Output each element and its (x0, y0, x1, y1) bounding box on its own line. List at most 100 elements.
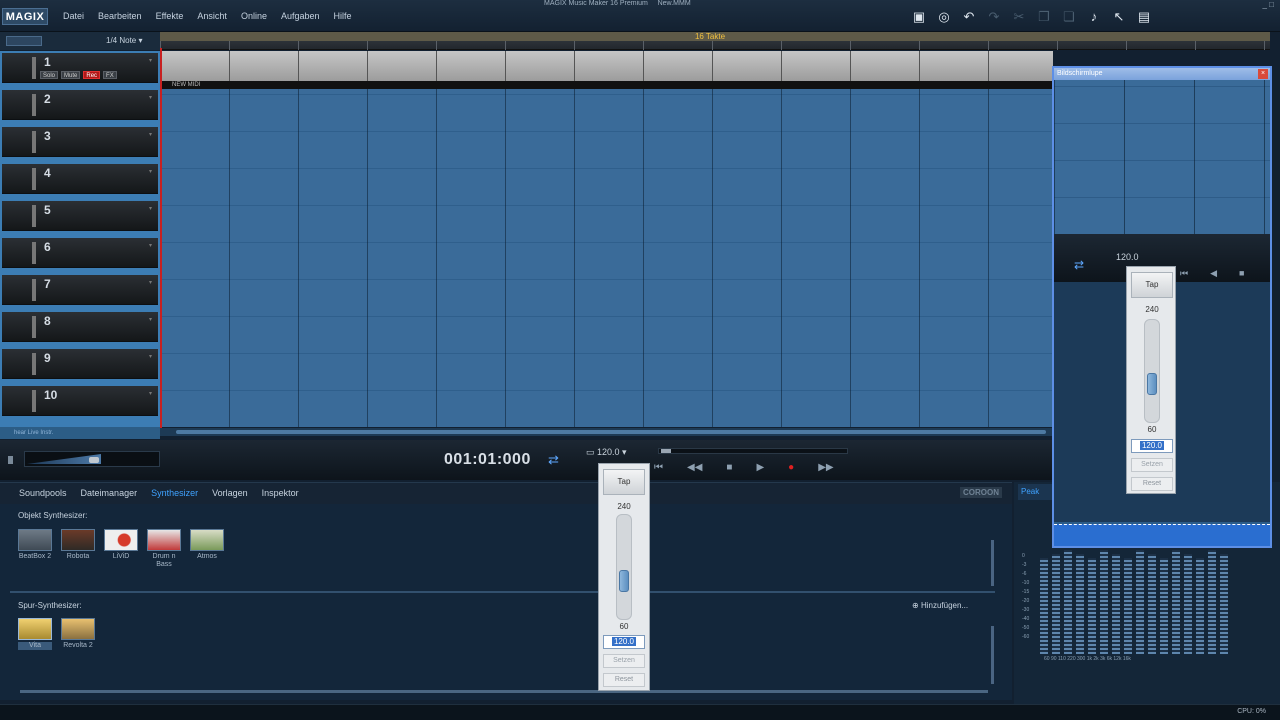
tab-synthesizer[interactable]: Synthesizer (144, 488, 205, 498)
track-menu-icon[interactable]: ▾ (149, 94, 152, 101)
volume-fader[interactable] (32, 205, 36, 227)
solo-button[interactable]: Solo (40, 71, 59, 79)
track-menu-icon[interactable]: ▾ (149, 57, 152, 64)
track-header-1[interactable]: 1 ▾ Solo Mute Rec FX (2, 53, 158, 83)
track-header-5[interactable]: 5 ▾ (2, 201, 158, 231)
grid-view-button[interactable] (6, 36, 42, 46)
fx-button[interactable]: FX (103, 71, 117, 79)
track-menu-icon[interactable]: ▾ (149, 168, 152, 175)
track-menu-icon[interactable]: ▾ (149, 205, 152, 212)
scrollbar-thumb[interactable] (176, 430, 1046, 434)
volume-fader[interactable] (32, 242, 36, 264)
menu-online[interactable]: Online (234, 11, 274, 21)
redo-icon[interactable]: ↷ (987, 9, 1001, 25)
track-menu-icon[interactable]: ▾ (149, 279, 152, 286)
track-header-6[interactable]: 6 ▾ (2, 238, 158, 268)
track-menu-icon[interactable]: ▾ (149, 390, 152, 397)
menu-aufgaben[interactable]: Aufgaben (274, 11, 327, 21)
synth-revolta[interactable]: Revolta 2 (61, 618, 95, 650)
track-menu-icon[interactable]: ▾ (149, 131, 152, 138)
loop-icon[interactable]: ⇄ (548, 452, 559, 468)
position-handle[interactable] (661, 449, 671, 453)
volume-fader[interactable] (32, 57, 36, 79)
synth-robota[interactable]: Robota (61, 529, 95, 561)
midi-object[interactable] (160, 51, 1053, 81)
volume-fader[interactable] (32, 168, 36, 190)
tab-soundpools[interactable]: Soundpools (12, 488, 74, 498)
track-header-9[interactable]: 9 ▾ (2, 349, 158, 379)
horizontal-scrollbar[interactable] (160, 428, 1053, 436)
volume-fader[interactable] (32, 94, 36, 116)
set-tempo-button[interactable]: Setzen (603, 654, 645, 668)
tab-dateimanager[interactable]: Dateimanager (74, 488, 145, 498)
play-button[interactable]: ▶ (756, 462, 764, 473)
track-header-10[interactable]: 10 ▾ (2, 386, 158, 416)
save-icon[interactable]: ▣ (912, 9, 926, 25)
synth-drum-n-bass[interactable]: Drum n Bass (147, 529, 181, 569)
track-header-2[interactable]: 2 ▾ (2, 90, 158, 120)
menu-datei[interactable]: Datei (56, 11, 91, 21)
mixer-icon[interactable]: ▤ (1137, 9, 1151, 25)
record-arm-button[interactable]: Rec (83, 71, 101, 79)
tap-tempo-button[interactable]: Tap (603, 469, 645, 495)
volume-fader[interactable] (32, 353, 36, 375)
record-button[interactable]: ● (788, 462, 794, 473)
rewind-button[interactable]: ◀◀ (687, 462, 702, 473)
track-header-7[interactable]: 7 ▾ (2, 275, 158, 305)
undo-icon[interactable]: ↶ (962, 9, 976, 25)
track-menu-icon[interactable]: ▾ (149, 316, 152, 323)
fast-forward-button[interactable]: ▶▶ (818, 462, 833, 473)
magnifier-title[interactable]: Bildschirmlupe (1054, 68, 1270, 80)
browser-hscroll[interactable] (20, 690, 988, 693)
track-header-8[interactable]: 8 ▾ (2, 312, 158, 342)
object-synth-scrollbar[interactable] (991, 540, 994, 586)
track-menu-icon[interactable]: ▾ (149, 242, 152, 249)
add-synth-button[interactable]: ⊕ Hinzufügen... (912, 601, 968, 610)
track-header-4[interactable]: 4 ▾ (2, 164, 158, 194)
volume-fader[interactable] (32, 316, 36, 338)
synth-beatbox[interactable]: BeatBox 2 (18, 529, 52, 561)
master-volume-slider[interactable] (24, 451, 160, 467)
stop-button[interactable]: ■ (726, 462, 732, 473)
quantize-select[interactable]: 1/4 Note ▾ (106, 36, 143, 45)
volume-fader[interactable] (32, 279, 36, 301)
track-menu-icon[interactable]: ▾ (149, 353, 152, 360)
mute-button[interactable]: Mute (61, 71, 81, 79)
to-start-button[interactable]: ⏮ (654, 462, 663, 473)
arrange-area[interactable]: NEW MIDI (160, 51, 1053, 427)
copy-icon[interactable]: ❐ (1037, 9, 1051, 25)
playhead[interactable] (160, 48, 162, 430)
position-slider[interactable] (658, 448, 848, 454)
menu-bearbeiten[interactable]: Bearbeiten (91, 11, 149, 21)
menu-effekte[interactable]: Effekte (149, 11, 191, 21)
track-synth-scrollbar[interactable] (991, 626, 994, 684)
reset-tempo-button[interactable]: Reset (603, 673, 645, 687)
track-footer[interactable]: hear Live Instr. (0, 427, 160, 439)
burn-disc-icon[interactable]: ◎ (937, 9, 951, 25)
track-header-3[interactable]: 3 ▾ (2, 127, 158, 157)
timeline-ruler[interactable]: 16 Takte (160, 32, 1270, 50)
menu-hilfe[interactable]: Hilfe (327, 11, 359, 21)
synth-livid[interactable]: LiViD (104, 529, 138, 561)
close-icon[interactable]: × (1258, 69, 1268, 79)
synth-vita[interactable]: Vita (18, 618, 52, 650)
volume-fader[interactable] (32, 390, 36, 412)
window-controls[interactable]: _ □ (1262, 0, 1274, 9)
synth-atmos[interactable]: Atmos (190, 529, 224, 561)
cut-icon[interactable]: ✂ (1012, 9, 1026, 25)
tab-inspektor[interactable]: Inspektor (255, 488, 306, 498)
mouse-mode-icon[interactable]: ↖ (1112, 9, 1126, 25)
volume-knob[interactable] (89, 457, 99, 463)
paste-icon[interactable]: ❏ (1062, 9, 1076, 25)
volume-fader[interactable] (32, 131, 36, 153)
tempo-value-input[interactable]: 120.0 (603, 635, 645, 649)
tempo-slider-thumb[interactable] (619, 570, 629, 592)
tab-vorlagen[interactable]: Vorlagen (205, 488, 255, 498)
scale-label: -20 (1022, 598, 1030, 604)
tempo-slider-track[interactable] (616, 514, 632, 620)
menu-ansicht[interactable]: Ansicht (190, 11, 234, 21)
note-icon[interactable]: ♪ (1087, 9, 1101, 25)
tempo-display[interactable]: ▭ 120.0 ▾ (586, 447, 627, 458)
magix-logo[interactable]: MAGIX (2, 8, 48, 25)
collapse-icon[interactable] (8, 456, 16, 464)
